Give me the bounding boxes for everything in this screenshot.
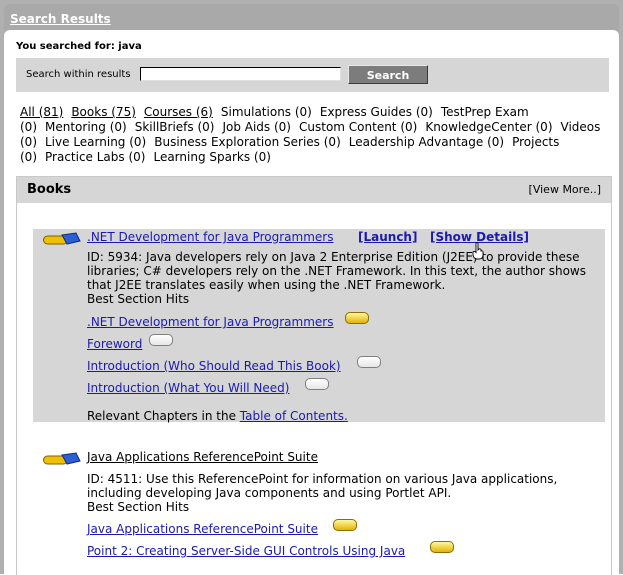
facet-books[interactable]: Books (75) bbox=[71, 105, 136, 119]
title-bar: Search Results bbox=[4, 4, 619, 30]
result-title-link[interactable]: .NET Development for Java Programmers bbox=[87, 230, 333, 244]
book-icon bbox=[43, 452, 81, 465]
relevance-empty-icon bbox=[305, 378, 329, 390]
result-description: ID: 5934: Java developers rely on Java 2… bbox=[87, 250, 587, 292]
relevance-full-icon bbox=[345, 312, 369, 324]
relevance-full-icon bbox=[430, 541, 454, 553]
results-panel: You searched for: java Search within res… bbox=[4, 30, 619, 575]
relevance-full-icon bbox=[333, 519, 357, 531]
result-description: ID: 4511: Use this ReferencePoint for in… bbox=[87, 472, 558, 500]
section-hit-link[interactable]: Introduction (Who Should Read This Book) bbox=[87, 359, 341, 373]
facet-knowledgecenter: KnowledgeCenter (0) bbox=[425, 120, 553, 134]
window-frame: Search Results You searched for: java Se… bbox=[0, 0, 623, 575]
search-button[interactable]: Search bbox=[348, 65, 428, 84]
best-section-hits-label: Best Section Hits bbox=[87, 500, 190, 514]
launch-link[interactable]: [Launch] bbox=[358, 230, 417, 244]
relevant-chapters: Relevant Chapters in the Table of Conten… bbox=[87, 409, 348, 423]
facet-list: All (81) Books (75) Courses (6) Simulations… bbox=[20, 105, 615, 165]
window-title[interactable]: Search Results bbox=[10, 12, 111, 26]
facet-business-exploration: Business Exploration Series (0) bbox=[154, 135, 341, 149]
facet-job-aids: Job Aids (0) bbox=[222, 120, 291, 134]
books-title: Books bbox=[27, 182, 72, 197]
best-section-hits-label: Best Section Hits bbox=[87, 292, 190, 306]
search-within-label: Search within results bbox=[26, 69, 131, 80]
facet-mentoring: Mentoring (0) bbox=[45, 120, 127, 134]
section-hit-link[interactable]: Foreword bbox=[87, 337, 142, 351]
section-hit-link[interactable]: Introduction (What You Will Need) bbox=[87, 381, 289, 395]
section-hit-link[interactable]: .NET Development for Java Programmers bbox=[87, 315, 333, 329]
books-header: Books [View More..] bbox=[17, 177, 611, 203]
search-within-input[interactable] bbox=[140, 67, 341, 81]
facet-custom-content: Custom Content (0) bbox=[299, 120, 418, 134]
result-item: .NET Development for Java Programmers [L… bbox=[33, 229, 605, 423]
books-section: Books [View More..] .NET Development for… bbox=[16, 176, 612, 575]
facet-all[interactable]: All (81) bbox=[20, 105, 63, 119]
facet-courses[interactable]: Courses (6) bbox=[144, 105, 213, 119]
facet-express-guides: Express Guides (0) bbox=[319, 105, 433, 119]
result-title-link[interactable]: Java Applications ReferencePoint Suite bbox=[87, 450, 318, 464]
book-icon bbox=[43, 232, 81, 245]
facet-skillbriefs: SkillBriefs (0) bbox=[134, 120, 215, 134]
hand-cursor-icon bbox=[472, 242, 484, 260]
searched-for-label: You searched for: java bbox=[16, 41, 142, 52]
relevance-empty-icon bbox=[149, 334, 173, 346]
relevant-chapters-prefix: Relevant Chapters in the bbox=[87, 409, 240, 423]
view-more-link[interactable]: [View More..] bbox=[529, 183, 601, 196]
facet-practice-labs: Practice Labs (0) bbox=[45, 150, 146, 164]
facet-simulations: Simulations (0) bbox=[220, 105, 312, 119]
facet-leadership-advantage: Leadership Advantage (0) bbox=[348, 135, 505, 149]
facet-live-learning: Live Learning (0) bbox=[45, 135, 147, 149]
section-hit-link[interactable]: Point 2: Creating Server-Side GUI Contro… bbox=[87, 544, 405, 558]
facet-learning-sparks: Learning Sparks (0) bbox=[153, 150, 271, 164]
search-within-bar: Search within results Search bbox=[16, 58, 609, 92]
section-hit-link[interactable]: Java Applications ReferencePoint Suite bbox=[87, 522, 318, 536]
table-of-contents-link[interactable]: Table of Contents. bbox=[240, 409, 348, 423]
relevance-empty-icon bbox=[357, 356, 381, 368]
